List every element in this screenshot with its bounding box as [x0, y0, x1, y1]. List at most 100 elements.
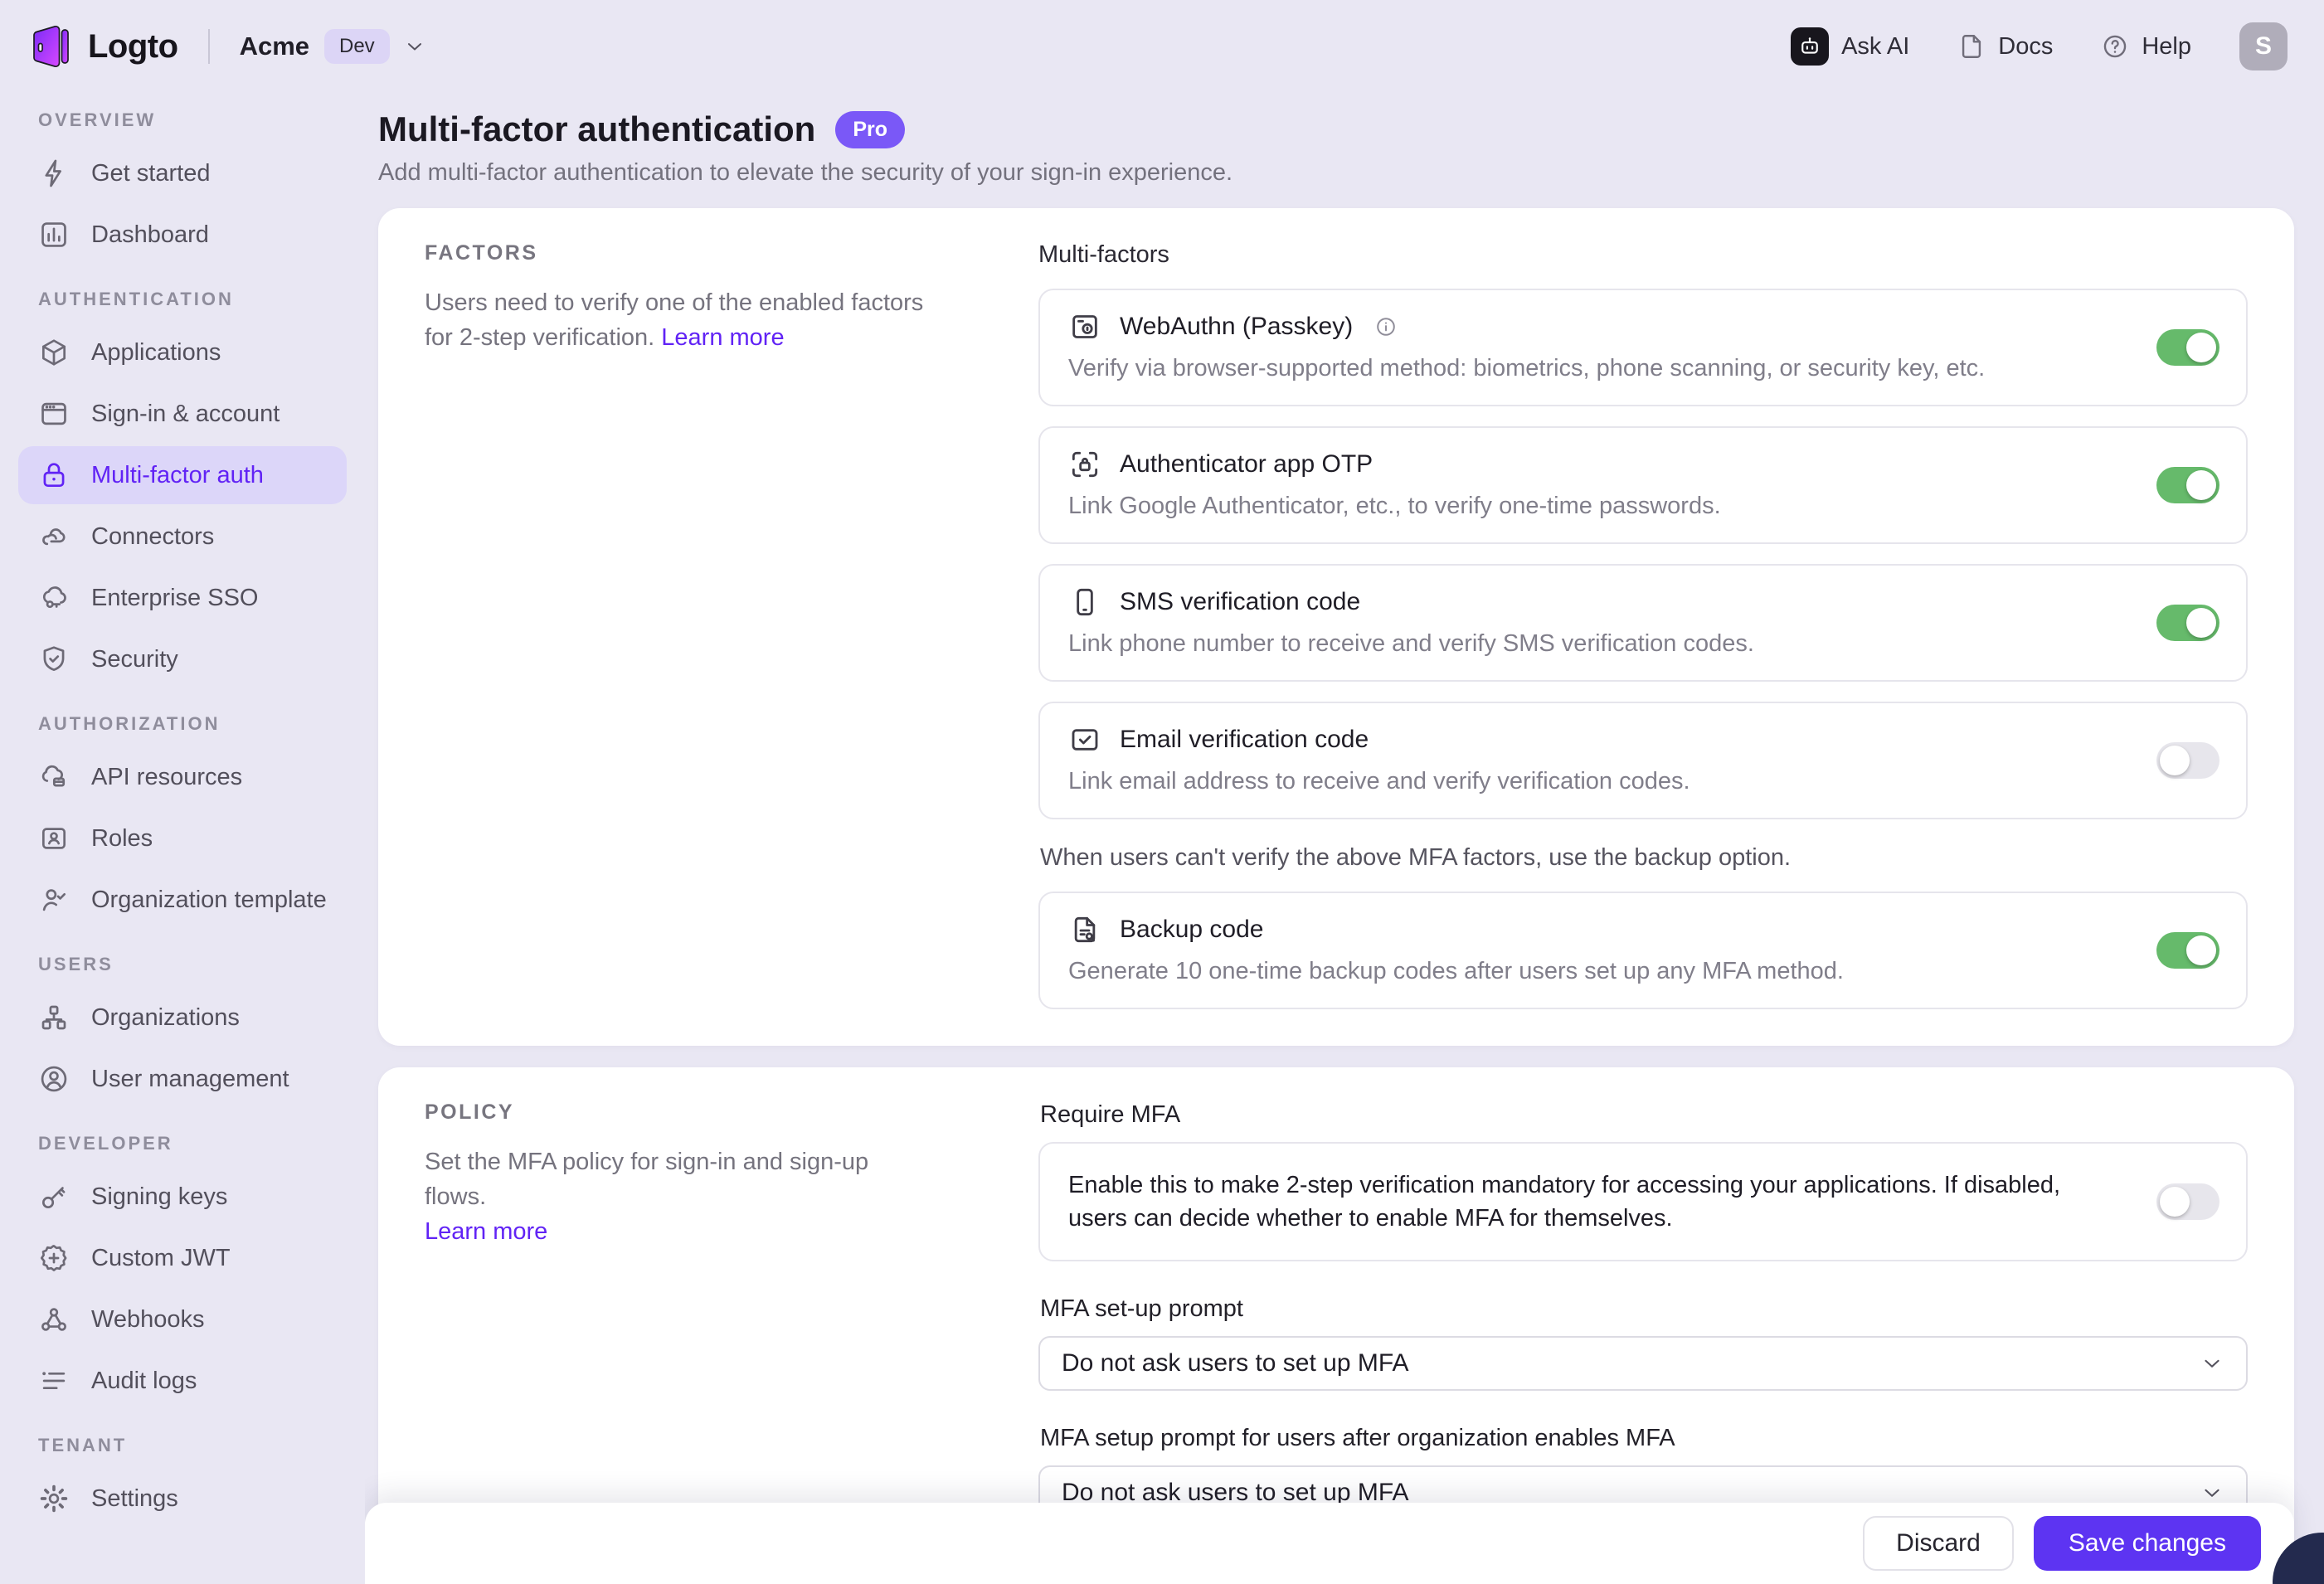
require-mfa-description: Enable this to make 2-step verification …: [1068, 1169, 2080, 1235]
sidebar-item-api-resources[interactable]: API resources: [18, 748, 347, 806]
mfa-setup-prompt-label: MFA set-up prompt: [1040, 1295, 2248, 1323]
sidebar-item-enterprise-sso[interactable]: Enterprise SSO: [18, 569, 347, 627]
mfa-setup-prompt-select[interactable]: Do not ask users to set up MFA: [1038, 1336, 2248, 1391]
roles-icon: [38, 823, 70, 854]
factors-section-label: FACTORS: [425, 241, 931, 265]
sidebar-item-label: Security: [91, 646, 178, 673]
factor-row-email: Email verification code Link email addre…: [1038, 702, 2248, 819]
person-check-icon: [38, 884, 70, 916]
sidebar-item-multi-factor-auth[interactable]: Multi-factor auth: [18, 446, 347, 504]
tenant-name: Acme: [240, 32, 309, 61]
dashboard-icon: [38, 219, 70, 250]
help-label: Help: [2142, 33, 2191, 61]
factor-name: SMS verification code: [1120, 586, 1360, 618]
factor-row-backup-code: Backup code Generate 10 one-time backup …: [1038, 892, 2248, 1009]
sidebar-item-get-started[interactable]: Get started: [18, 144, 347, 202]
docs-button[interactable]: Docs: [1957, 32, 2053, 61]
enterprise-sso-icon: [38, 582, 70, 614]
lock-icon: [38, 459, 70, 491]
sidebar-item-signing-keys[interactable]: Signing keys: [18, 1168, 347, 1226]
policy-description: Set the MFA policy for sign-in and sign-…: [425, 1149, 868, 1210]
docs-icon: [1957, 32, 1986, 61]
sidebar-section-developer: DEVELOPER: [38, 1133, 347, 1154]
logto-logo-icon: [30, 24, 71, 69]
authenticator-otp-icon: [1068, 448, 1101, 481]
sidebar-item-roles[interactable]: Roles: [18, 809, 347, 867]
topbar: Logto Acme Dev Ask AI Docs: [0, 0, 2324, 93]
divider: [208, 29, 210, 64]
webhook-icon: [38, 1304, 70, 1335]
tenant-selector[interactable]: Acme Dev: [240, 29, 426, 64]
help-button[interactable]: Help: [2101, 32, 2191, 61]
webauthn-toggle[interactable]: [2156, 329, 2219, 366]
policy-learn-more-link[interactable]: Learn more: [425, 1218, 547, 1245]
avatar[interactable]: S: [2239, 22, 2288, 70]
info-icon[interactable]: [1374, 315, 1398, 338]
jwt-seal-icon: [38, 1242, 70, 1274]
save-button[interactable]: Save changes: [2034, 1516, 2261, 1571]
factor-description: Link phone number to receive and verify …: [1068, 629, 2088, 658]
docs-label: Docs: [1998, 33, 2053, 61]
sms-toggle[interactable]: [2156, 605, 2219, 641]
sidebar-item-label: Applications: [91, 339, 221, 367]
factor-name: Email verification code: [1120, 724, 1369, 756]
bolt-icon: [38, 158, 70, 189]
sidebar-item-settings[interactable]: Settings: [18, 1470, 347, 1528]
policy-card: POLICY Set the MFA policy for sign-in an…: [378, 1067, 2294, 1560]
factor-row-authenticator-otp: Authenticator app OTP Link Google Authen…: [1038, 426, 2248, 544]
sidebar-item-applications[interactable]: Applications: [18, 323, 347, 381]
sidebar-item-label: Roles: [91, 825, 153, 853]
sidebar-item-dashboard[interactable]: Dashboard: [18, 206, 347, 264]
sidebar-item-label: Settings: [91, 1485, 178, 1513]
ask-ai-label: Ask AI: [1841, 33, 1909, 61]
backup-note: When users can't verify the above MFA fa…: [1040, 844, 2248, 872]
backup-code-toggle[interactable]: [2156, 932, 2219, 969]
factors-learn-more-link[interactable]: Learn more: [661, 324, 784, 351]
sidebar-item-organizations[interactable]: Organizations: [18, 989, 347, 1047]
factor-name: WebAuthn (Passkey): [1120, 311, 1353, 343]
sidebar-item-security[interactable]: Security: [18, 630, 347, 688]
authenticator-otp-toggle[interactable]: [2156, 467, 2219, 503]
footer-bar: Discard Save changes: [365, 1503, 2294, 1584]
require-mfa-row: Enable this to make 2-step verification …: [1038, 1142, 2248, 1261]
connectors-icon: [38, 521, 70, 552]
sidebar-item-user-management[interactable]: User management: [18, 1050, 347, 1108]
page-title: Multi-factor authentication: [378, 109, 815, 149]
factor-name: Authenticator app OTP: [1120, 449, 1373, 480]
sidebar-item-connectors[interactable]: Connectors: [18, 508, 347, 566]
email-toggle[interactable]: [2156, 742, 2219, 779]
phone-icon: [1068, 585, 1101, 619]
chevron-down-icon: [2200, 1480, 2224, 1505]
sidebar-item-webhooks[interactable]: Webhooks: [18, 1290, 347, 1348]
sidebar-item-custom-jwt[interactable]: Custom JWT: [18, 1229, 347, 1287]
mail-icon: [1068, 723, 1101, 756]
factor-row-webauthn: WebAuthn (Passkey) Verify via browser-su…: [1038, 289, 2248, 406]
require-mfa-toggle[interactable]: [2156, 1183, 2219, 1220]
discard-button[interactable]: Discard: [1863, 1516, 2014, 1571]
sidebar-item-audit-logs[interactable]: Audit logs: [18, 1352, 347, 1410]
require-mfa-label: Require MFA: [1040, 1101, 2248, 1129]
brand-name: Logto: [88, 28, 178, 66]
main-content: Multi-factor authentication Pro Add mult…: [365, 93, 2324, 1584]
factor-description: Link email address to receive and verify…: [1068, 766, 2088, 796]
topbar-actions: Ask AI Docs Help S: [1791, 22, 2288, 70]
factor-name: Backup code: [1120, 914, 1263, 945]
ask-ai-button[interactable]: Ask AI: [1791, 27, 1909, 66]
audit-logs-icon: [38, 1365, 70, 1397]
sidebar-item-label: Enterprise SSO: [91, 585, 258, 612]
sidebar-item-label: Dashboard: [91, 221, 209, 249]
pro-badge: Pro: [835, 111, 905, 148]
page-header: Multi-factor authentication Pro Add mult…: [378, 109, 2294, 187]
backup-code-icon: [1068, 913, 1101, 946]
multi-factors-title: Multi-factors: [1038, 241, 2248, 269]
sidebar-item-label: Sign-in & account: [91, 401, 280, 428]
factor-description: Verify via browser-supported method: bio…: [1068, 353, 2088, 383]
sidebar-item-sign-in-account[interactable]: Sign-in & account: [18, 385, 347, 443]
policy-section-label: POLICY: [425, 1101, 931, 1125]
org-mfa-setup-prompt-label: MFA setup prompt for users after organiz…: [1040, 1424, 2248, 1452]
factor-description: Generate 10 one-time backup codes after …: [1068, 956, 2088, 986]
sidebar-item-label: Custom JWT: [91, 1245, 231, 1272]
sidebar-section-authentication: AUTHENTICATION: [38, 289, 347, 310]
factor-description: Link Google Authenticator, etc., to veri…: [1068, 491, 2088, 521]
sidebar-item-organization-template[interactable]: Organization template: [18, 871, 347, 929]
